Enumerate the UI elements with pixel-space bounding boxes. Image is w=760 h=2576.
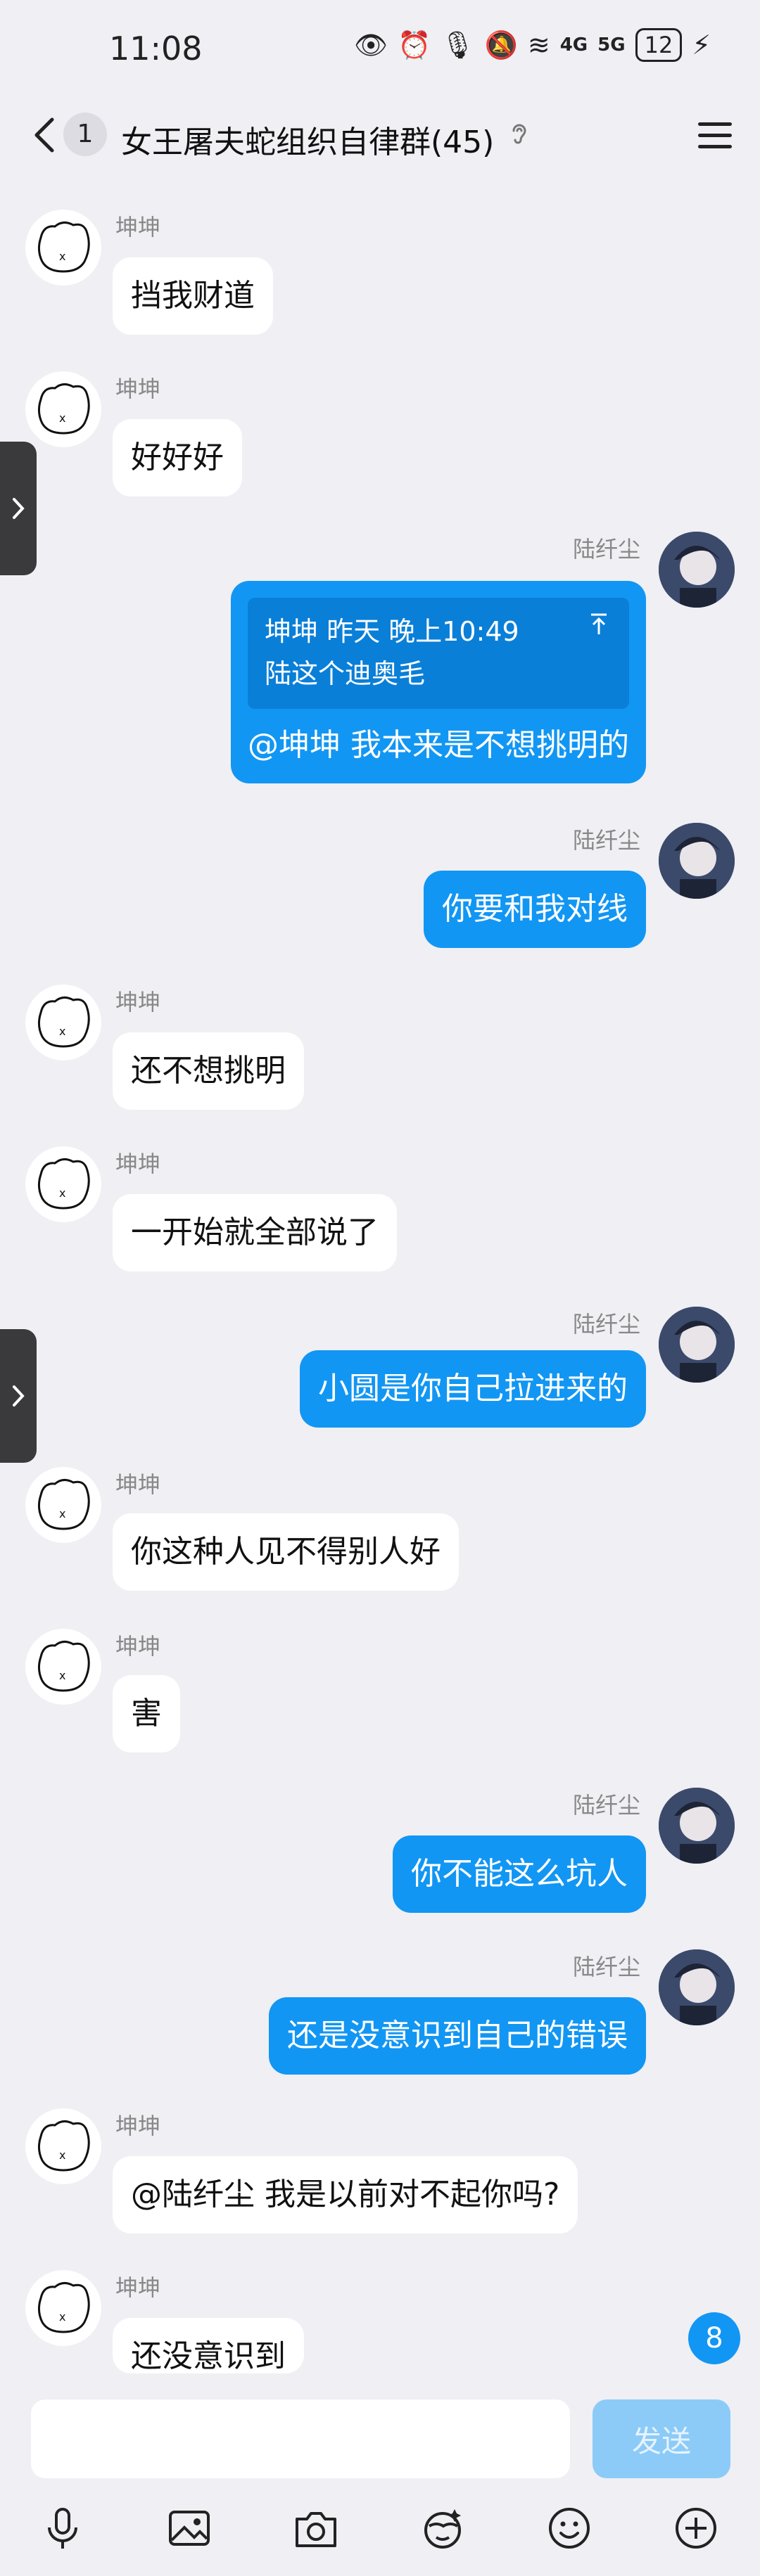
- chevron-right-icon: [13, 1385, 25, 1406]
- avatar[interactable]: x: [25, 1146, 101, 1222]
- avatar[interactable]: x: [25, 2270, 101, 2346]
- message-bubble[interactable]: 一开始就全部说了: [113, 1194, 397, 1271]
- image-icon[interactable]: [165, 2504, 214, 2553]
- avatar[interactable]: x: [25, 1467, 101, 1543]
- anime-avatar-icon: [659, 1949, 735, 2025]
- avatar[interactable]: x: [25, 2108, 101, 2184]
- svg-text:x: x: [59, 411, 65, 425]
- sender-name: 坤坤: [115, 2274, 161, 2301]
- svg-text:x: x: [59, 1507, 65, 1520]
- sender-name: 陆纤尘: [572, 536, 640, 563]
- avatar[interactable]: [659, 1949, 735, 2025]
- charging-icon: ⚡: [692, 30, 711, 60]
- wifi-icon: ≋: [527, 30, 550, 60]
- back-icon[interactable]: [25, 114, 68, 156]
- sender-name: 陆纤尘: [572, 1311, 640, 1338]
- mute-icon: 🔕: [484, 29, 518, 60]
- message-bubble[interactable]: 还是没意识到自己的错误: [269, 1997, 646, 2075]
- sender-name: 坤坤: [115, 2113, 161, 2139]
- status-icons: 👁 ⏰ 🎙 🔕 ≋ 4G 5G 12 ⚡: [354, 28, 711, 62]
- anime-avatar-icon: [659, 1307, 735, 1383]
- svg-text:x: x: [59, 2148, 65, 2162]
- svg-text:x: x: [59, 250, 65, 263]
- sticker-avatar-icon: x: [37, 222, 90, 273]
- avatar[interactable]: [659, 1307, 735, 1383]
- message-bubble[interactable]: 好好好: [113, 419, 242, 496]
- avatar[interactable]: x: [25, 371, 101, 447]
- mic-status-icon: 🎙: [441, 29, 475, 60]
- quoted-message[interactable]: 坤坤 昨天 晚上10:49 陆这个迪奥毛: [248, 598, 629, 709]
- send-button[interactable]: 发送: [593, 2399, 730, 2478]
- network-5g-icon: 5G: [597, 34, 626, 56]
- sticker-avatar-icon: x: [37, 383, 90, 435]
- new-message-count-badge[interactable]: 8: [688, 2312, 740, 2364]
- svg-text:x: x: [59, 2310, 65, 2324]
- chevron-right-icon: [13, 498, 25, 519]
- message-input[interactable]: [31, 2399, 570, 2478]
- sticker-avatar-icon: x: [37, 1641, 90, 1692]
- svg-text:x: x: [59, 1025, 65, 1038]
- plus-icon[interactable]: [671, 2504, 721, 2553]
- ear-icon: [512, 124, 526, 144]
- sender-name: 坤坤: [115, 1151, 161, 1177]
- avatar[interactable]: [659, 1788, 735, 1864]
- sticker-avatar-icon: x: [37, 1479, 90, 1530]
- sender-name: 坤坤: [115, 1471, 161, 1498]
- message-bubble[interactable]: 你要和我对线: [424, 871, 646, 948]
- alarm-icon: ⏰: [397, 29, 431, 60]
- chat-title[interactable]: 女王屠夫蛇组织自律群(45): [121, 117, 494, 162]
- side-panel-toggle[interactable]: [0, 1329, 37, 1463]
- sticker-avatar-icon: x: [37, 1158, 90, 1210]
- avatar[interactable]: x: [25, 1629, 101, 1705]
- message-bubble[interactable]: 还没意识到: [113, 2318, 304, 2373]
- sticker-avatar-icon: x: [37, 2282, 90, 2333]
- network-4g-icon: 4G: [559, 34, 588, 56]
- message-bubble[interactable]: 你这种人见不得别人好: [113, 1513, 459, 1591]
- avatar[interactable]: [659, 532, 735, 608]
- menu-icon[interactable]: [695, 120, 735, 152]
- sticker-avatar-icon: x: [37, 997, 90, 1048]
- quote-meta: 坤坤 昨天 晚上10:49: [265, 616, 519, 647]
- message-bubble[interactable]: 你不能这么坑人: [393, 1835, 646, 1913]
- eye-icon: 👁: [353, 29, 388, 60]
- message-bubble[interactable]: 还不想挑明: [113, 1032, 304, 1110]
- avatar[interactable]: x: [25, 985, 101, 1060]
- sticker-icon[interactable]: [418, 2504, 467, 2553]
- unread-count-badge[interactable]: 1: [63, 113, 107, 156]
- anime-avatar-icon: [659, 532, 735, 608]
- svg-text:x: x: [59, 1669, 65, 1682]
- message-bubble[interactable]: 挡我财道: [113, 257, 273, 335]
- status-time: 11:08: [109, 30, 203, 68]
- svg-text:x: x: [59, 1186, 65, 1200]
- composer-toolbar: [0, 2492, 760, 2563]
- quote-text: 陆这个迪奥毛: [265, 658, 426, 689]
- side-panel-toggle[interactable]: [0, 442, 37, 575]
- battery-icon: 12: [635, 28, 683, 62]
- message-bubble[interactable]: 小圆是你自己拉进来的: [300, 1350, 646, 1428]
- avatar[interactable]: x: [25, 210, 101, 286]
- avatar[interactable]: [659, 823, 735, 899]
- message-bubble[interactable]: 害: [113, 1675, 180, 1752]
- status-bar: 11:08 👁 ⏰ 🎙 🔕 ≋ 4G 5G 12 ⚡: [0, 0, 760, 105]
- jump-to-top-icon[interactable]: [587, 612, 611, 637]
- sender-name: 坤坤: [115, 376, 161, 402]
- microphone-icon[interactable]: [38, 2504, 87, 2553]
- camera-icon[interactable]: [291, 2504, 341, 2553]
- anime-avatar-icon: [659, 1788, 735, 1864]
- message-bubble[interactable]: @陆纤尘 我是以前对不起你吗?: [113, 2156, 578, 2234]
- sender-name: 陆纤尘: [572, 1792, 640, 1819]
- anime-avatar-icon: [659, 823, 735, 899]
- message-bubble[interactable]: 坤坤 昨天 晚上10:49 陆这个迪奥毛 @坤坤 我本来是不想挑明的: [231, 581, 646, 783]
- sender-name: 陆纤尘: [572, 1954, 640, 1980]
- sender-name: 坤坤: [115, 1633, 161, 1660]
- message-text: @坤坤 我本来是不想挑明的: [248, 727, 629, 763]
- sender-name: 陆纤尘: [572, 827, 640, 854]
- emoji-icon[interactable]: [545, 2504, 594, 2553]
- sticker-avatar-icon: x: [37, 2120, 90, 2172]
- sender-name: 坤坤: [115, 214, 161, 241]
- sender-name: 坤坤: [115, 989, 161, 1015]
